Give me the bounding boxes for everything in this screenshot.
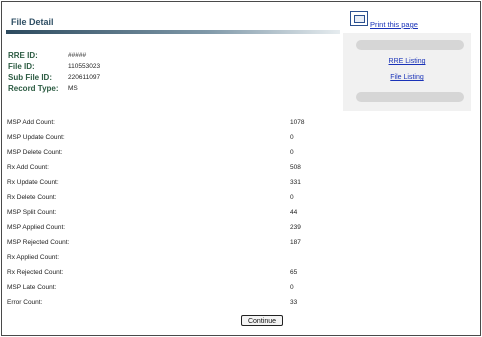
count-value: 239 [290,224,301,231]
print-icon[interactable] [350,11,368,26]
rre-listing-link[interactable]: RRE Listing [343,58,471,65]
count-label: MSP Applied Count: [7,224,66,231]
meta-label: File ID: [8,62,35,71]
side-links-panel: RRE Listing File Listing [343,33,471,111]
count-value: 331 [290,179,301,186]
count-value: 0 [290,134,294,141]
count-label: MSP Rejected Count: [7,239,70,246]
count-label: Rx Delete Count: [7,194,57,201]
counts-list: MSP Add Count: 1078 MSP Update Count: 0 MS… [7,117,337,312]
meta-label: RRE ID: [8,51,38,60]
count-label: Error Count: [7,299,43,306]
count-row: Error Count: 33 [7,297,337,312]
count-label: MSP Update Count: [7,134,65,141]
count-value: 33 [290,299,298,306]
count-row: MSP Add Count: 1078 [7,117,337,132]
count-value: 65 [290,269,298,276]
count-row: Rx Add Count: 508 [7,162,337,177]
count-label: MSP Late Count: [7,284,57,291]
print-page-link[interactable]: Print this page [370,20,418,29]
count-value: 187 [290,239,301,246]
count-label: Rx Rejected Count: [7,269,64,276]
count-row: Rx Rejected Count: 65 [7,267,337,282]
meta-value: 110553023 [68,63,101,70]
count-value: 508 [290,164,301,171]
file-listing-link[interactable]: File Listing [343,74,471,81]
count-value: 0 [290,284,294,291]
page-header: File Detail [4,9,340,34]
count-label: MSP Add Count: [7,119,55,126]
count-row: MSP Delete Count: 0 [7,147,337,162]
count-value: 0 [290,194,294,201]
print-page-control[interactable]: Print this page [350,11,470,31]
count-label: Rx Update Count: [7,179,59,186]
meta-value: 220611097 [68,74,101,81]
side-panel-bar-top [356,40,464,50]
count-label: Rx Applied Count: [7,254,60,261]
count-value: 1078 [290,119,305,126]
meta-value: MS [68,85,78,92]
side-panel-bar-bottom [356,92,464,102]
header-underline [6,30,340,34]
meta-label: Sub File ID: [8,73,52,82]
count-row: MSP Rejected Count: 187 [7,237,337,252]
count-label: Rx Add Count: [7,164,49,171]
count-row: Rx Delete Count: 0 [7,192,337,207]
count-row: MSP Split Count: 44 [7,207,337,222]
count-row: Rx Applied Count: [7,252,337,267]
count-value: 0 [290,149,294,156]
meta-value: ##### [68,52,87,59]
count-label: MSP Delete Count: [7,149,63,156]
continue-button[interactable]: Continue [241,315,283,326]
count-row: MSP Update Count: 0 [7,132,337,147]
file-detail-panel: File Detail Print this page RRE Listing … [1,1,481,336]
count-value: 44 [290,209,298,216]
count-row: Rx Update Count: 331 [7,177,337,192]
count-row: MSP Late Count: 0 [7,282,337,297]
count-label: MSP Split Count: [7,209,57,216]
count-row: MSP Applied Count: 239 [7,222,337,237]
page-title: File Detail [11,17,54,27]
meta-label: Record Type: [8,84,59,93]
